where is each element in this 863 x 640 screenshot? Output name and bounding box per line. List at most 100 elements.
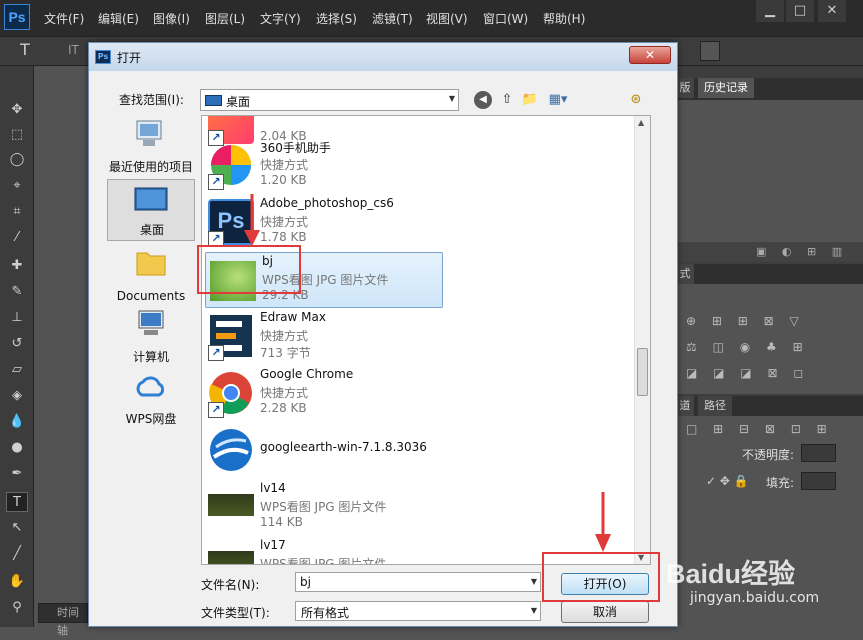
places-bar: 最近使用的项目 桌面 Documents 计算机 WPS网盘 — [107, 115, 195, 435]
healing-tool-icon[interactable]: ✚ — [6, 256, 28, 276]
look-in-combobox[interactable]: 桌面 ▼ — [200, 89, 459, 111]
tab-channels[interactable]: 道 — [676, 396, 694, 416]
file-list-scrollbar[interactable]: ▲ ▼ — [634, 116, 650, 564]
quick-select-tool-icon[interactable]: ⌖ — [6, 176, 28, 196]
maximize-button[interactable]: □ — [786, 0, 814, 22]
tab-styles[interactable]: 式 — [676, 264, 694, 284]
watermark-url: jingyan.baidu.com — [690, 590, 820, 606]
panel-tabbar: 版 历史记录 — [676, 78, 863, 100]
place-recent[interactable]: 最近使用的项目 — [107, 115, 195, 177]
eraser-tool-icon[interactable]: ▱ — [6, 360, 28, 380]
menu-select[interactable]: 选择(S) — [316, 10, 357, 27]
back-button[interactable]: ◀ — [474, 91, 492, 109]
menu-filter[interactable]: 滤镜(T) — [372, 10, 413, 27]
text-orientation-icon[interactable]: IT — [68, 43, 79, 57]
layers-tabbar: 道 路径 — [676, 396, 863, 416]
fill-field[interactable] — [801, 472, 836, 490]
computer-icon — [138, 310, 164, 335]
favorites-button[interactable]: ⊛ — [627, 91, 645, 109]
chevron-down-icon: ▼ — [448, 94, 455, 103]
history-footer-icons[interactable]: ▣ ◐ ⊞ ▥ — [676, 242, 863, 262]
highlight-box-bj — [197, 245, 301, 294]
panel-toggle-icon[interactable] — [700, 41, 720, 61]
path-icons-row[interactable]: □ ⊞ ⊟ ⊠ ⊡ ⊞ — [686, 422, 833, 436]
open-file-dialog: Ps 打开 ✕ 查找范围(I): 桌面 ▼ ◀ ⇧ 📁 ▦▾ ⊛ 最近使用的项目… — [88, 42, 678, 627]
style-row-3[interactable]: ◪ ◪ ◪ ⊠ ◻ — [686, 366, 809, 380]
menu-window[interactable]: 窗口(W) — [483, 10, 528, 27]
styles-panel: ⊕ ⊞ ⊞ ⊠ ▽ ⚖ ◫ ◉ ♣ ⊞ ◪ ◪ ◪ ⊠ ◻ — [676, 284, 863, 394]
filetype-select[interactable]: 所有格式 ▼ — [295, 601, 541, 621]
cancel-button[interactable]: 取消 — [561, 601, 649, 623]
list-item[interactable]: ↗ Google Chrome 快捷方式 2.28 KB — [204, 366, 630, 422]
timeline-tab[interactable]: 时间轴 — [38, 603, 88, 637]
menu-layer[interactable]: 图层(L) — [205, 10, 245, 27]
red-arrow-icon — [244, 194, 260, 246]
red-arrow-icon — [595, 492, 611, 552]
toolbox: ✥ ⬚ ◯ ⌖ ⌗ ⁄ ✚ ✎ ⊥ ↺ ▱ ◈ 💧 ● ✒ T ↖ ╱ ✋ ⚲ — [0, 66, 34, 627]
path-select-tool-icon[interactable]: ↖ — [6, 518, 28, 538]
tab-paths[interactable]: 路径 — [698, 396, 732, 416]
dialog-titlebar[interactable]: Ps 打开 ✕ — [89, 43, 677, 71]
game-thumbnail-icon — [208, 551, 254, 564]
filename-input[interactable]: bj ▼ — [295, 572, 541, 592]
folder-icon — [136, 252, 166, 276]
zoom-tool-icon[interactable]: ⚲ — [6, 598, 28, 618]
list-item[interactable]: ↗ 360手机助手 快捷方式 1.20 KB — [204, 138, 630, 194]
history-brush-tool-icon[interactable]: ↺ — [6, 334, 28, 354]
menu-view[interactable]: 视图(V) — [426, 10, 468, 27]
menu-type[interactable]: 文字(Y) — [260, 10, 301, 27]
cloud-icon — [136, 376, 165, 397]
recent-items-icon — [136, 120, 162, 146]
move-tool-icon[interactable]: ✥ — [6, 100, 28, 120]
blur-tool-icon[interactable]: 💧 — [6, 412, 28, 432]
lasso-tool-icon[interactable]: ◯ — [6, 150, 28, 170]
minimize-button[interactable]: ▁ — [756, 0, 784, 22]
place-wps-cloud[interactable]: WPS网盘 — [107, 367, 195, 429]
hand-tool-icon[interactable]: ✋ — [6, 572, 28, 592]
up-folder-button[interactable]: ⇧ — [498, 91, 516, 109]
place-desktop[interactable]: 桌面 — [107, 179, 195, 241]
new-folder-button[interactable]: 📁 — [520, 91, 540, 109]
tab-left[interactable]: 版 — [676, 78, 694, 98]
scroll-up-icon[interactable]: ▲ — [638, 118, 644, 127]
list-item[interactable]: ↗ Edraw Max 快捷方式 713 字节 — [204, 309, 630, 365]
stamp-tool-icon[interactable]: ⊥ — [6, 308, 28, 328]
list-item[interactable]: lv14 WPS看图 JPG 图片文件 114 KB — [204, 480, 630, 536]
list-item[interactable]: Ps ↗ Adobe_photoshop_cs6 快捷方式 1.78 KB — [204, 195, 630, 251]
game-thumbnail-icon — [208, 494, 254, 516]
opacity-field[interactable] — [801, 444, 836, 462]
tab-history[interactable]: 历史记录 — [698, 78, 754, 98]
shortcut-arrow-icon: ↗ — [208, 174, 224, 190]
brush-tool-icon[interactable]: ✎ — [6, 282, 28, 302]
chevron-down-icon[interactable]: ▼ — [531, 577, 537, 586]
list-item[interactable]: googleearth-win-7.1.8.3036 — [204, 423, 630, 479]
place-documents[interactable]: Documents — [107, 243, 195, 305]
shortcut-arrow-icon: ↗ — [208, 402, 224, 418]
dodge-tool-icon[interactable]: ● — [6, 438, 28, 458]
line-tool-icon[interactable]: ╱ — [6, 544, 28, 564]
chevron-down-icon: ▼ — [530, 606, 537, 615]
bucket-tool-icon[interactable]: ◈ — [6, 386, 28, 406]
style-row-2[interactable]: ⚖ ◫ ◉ ♣ ⊞ — [686, 340, 809, 354]
crop-tool-icon[interactable]: ⌗ — [6, 202, 28, 222]
view-menu-button[interactable]: ▦▾ — [544, 91, 572, 109]
photoshop-logo: Ps — [4, 4, 30, 30]
baidu-watermark: Baidu经验 jingyan.baidu.com — [664, 532, 863, 627]
menu-edit[interactable]: 编辑(E) — [98, 10, 139, 27]
type-tool-option-icon[interactable]: T — [20, 40, 30, 59]
place-computer[interactable]: 计算机 — [107, 305, 195, 367]
style-row-1[interactable]: ⊕ ⊞ ⊞ ⊠ ▽ — [686, 314, 805, 328]
close-app-button[interactable]: ✕ — [818, 0, 846, 22]
filename-label: 文件名(N): — [201, 578, 260, 592]
lock-icons[interactable]: ✓ ✥ 🔒 — [706, 474, 749, 488]
menu-image[interactable]: 图像(I) — [153, 10, 190, 27]
menu-help[interactable]: 帮助(H) — [543, 10, 585, 27]
eyedropper-tool-icon[interactable]: ⁄ — [6, 228, 28, 248]
menu-file[interactable]: 文件(F) — [44, 10, 84, 27]
pen-tool-icon[interactable]: ✒ — [6, 464, 28, 484]
file-list[interactable]: ↗ 2.04 KB ↗ 360手机助手 快捷方式 1.20 KB Ps ↗ Ad… — [201, 115, 651, 565]
scroll-thumb[interactable] — [637, 348, 648, 396]
type-tool-icon[interactable]: T — [6, 492, 28, 512]
dialog-close-button[interactable]: ✕ — [629, 46, 671, 64]
marquee-tool-icon[interactable]: ⬚ — [6, 125, 28, 145]
